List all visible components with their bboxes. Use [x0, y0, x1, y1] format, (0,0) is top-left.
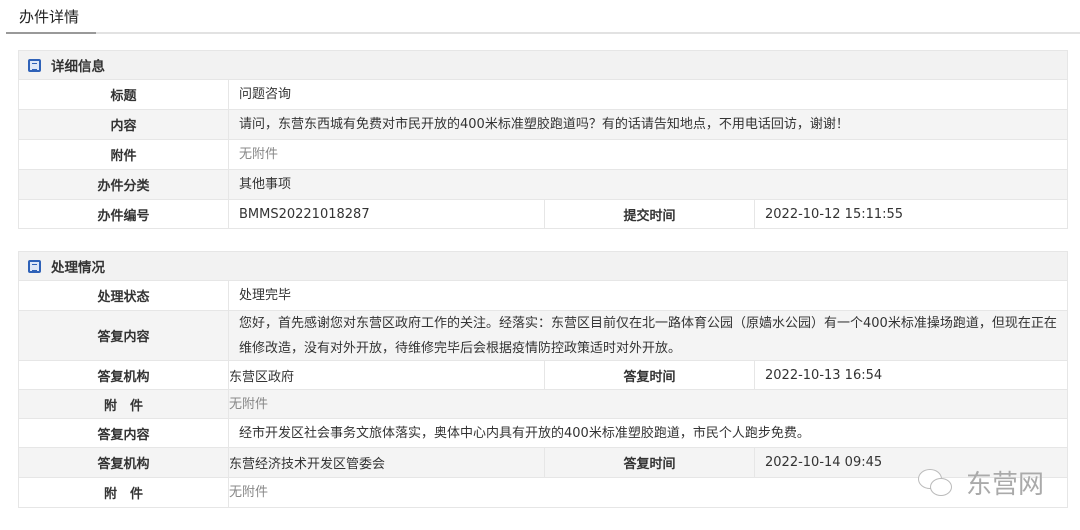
case-number: BMMS20221018287 — [229, 200, 545, 228]
row-label: 答复时间 — [545, 448, 755, 477]
reply-content: 您好，首先感谢您对东营区政府工作的关注。经落实：东营区目前仅在北一路体育公园（原… — [239, 315, 1057, 356]
table-row: 附 件无附件 — [19, 390, 1067, 419]
row-label: 答复机构 — [19, 361, 229, 389]
row-label: 附件 — [19, 140, 229, 169]
row-label: 附 件 — [19, 478, 229, 507]
table-row: 办件编号 BMMS20221018287 提交时间 2022-10-12 15:11:… — [19, 200, 1067, 228]
row-label: 办件分类 — [19, 170, 229, 199]
panel-header: 处理情况 — [19, 252, 1067, 281]
table-row: 办件分类 其他事项 — [19, 170, 1067, 200]
table-row: 内容 请问，东营东西城有免费对市民开放的400米标准塑胶跑道吗？有的话请告知地点，… — [19, 110, 1067, 140]
watermark-text: 东营网 — [966, 470, 1045, 500]
process-panel: 处理情况 处理状态 处理完毕 答复内容 您好，首先感谢您对东营区政府工作的关注。经落… — [18, 251, 1068, 508]
reply-org: 东营区政府 — [229, 361, 545, 389]
detail-panel: 详细信息 标题 问题咨询 内容 请问，东营东西城有免费对市民开放的400米标准塑胶跑… — [18, 50, 1068, 229]
attachment-value: 无附件 — [239, 147, 279, 162]
row-label: 内容 — [19, 110, 229, 139]
table-row: 答复内容 您好，首先感谢您对东营区政府工作的关注。经落实：东营区目前仅在北一路体育… — [19, 311, 1067, 361]
wechat-icon — [918, 468, 954, 497]
row-label: 答复机构 — [19, 448, 229, 477]
row-label: 答复时间 — [545, 361, 755, 389]
reply-content: 经市开发区社会事务文旅体落实，奥体中心内具有开放的400米标准塑胶跑道，市民个人… — [239, 425, 810, 441]
table-row: 答复内容 经市开发区社会事务文旅体落实，奥体中心内具有开放的400米标准塑胶跑道，… — [19, 419, 1067, 448]
watermark: 东营网 — [918, 464, 1044, 501]
row-label: 附 件 — [19, 390, 229, 418]
panel-title: 详细信息 — [51, 59, 105, 75]
row-label: 答复内容 — [19, 419, 229, 447]
table-row: 附件 无附件 — [19, 140, 1067, 170]
row-value: 问题咨询 — [239, 87, 292, 102]
row-label: 标题 — [19, 80, 229, 109]
table-row: 处理状态 处理完毕 — [19, 281, 1067, 311]
table-row: 附 件无附件 — [19, 478, 1067, 507]
reply-org: 东营经济技术开发区管委会 — [229, 448, 545, 477]
document-icon — [28, 58, 41, 72]
table-row: 答复机构 东营区政府 答复时间 2022-10-13 16:54 — [19, 361, 1067, 390]
reply-time: 2022-10-13 16:54 — [765, 367, 883, 383]
attachment-value: 无附件 — [229, 396, 269, 412]
panel-title: 处理情况 — [51, 260, 105, 276]
row-value: 请问，东营东西城有免费对市民开放的400米标准塑胶跑道吗？有的话请告知地点，不用… — [239, 117, 849, 132]
table-row: 标题 问题咨询 — [19, 80, 1067, 110]
row-label: 处理状态 — [19, 281, 229, 310]
tab-bar: 办件详情 — [6, 0, 1080, 34]
panel-header: 详细信息 — [19, 51, 1067, 80]
table-row: 答复机构 东营经济技术开发区管委会 答复时间 2022-10-14 09:45 — [19, 448, 1067, 478]
row-label: 答复内容 — [19, 311, 229, 360]
document-icon — [28, 259, 41, 273]
row-value: 其他事项 — [239, 177, 292, 192]
row-label: 提交时间 — [545, 200, 755, 228]
status-value: 处理完毕 — [239, 288, 292, 303]
row-label: 办件编号 — [19, 200, 229, 228]
tab-case-detail[interactable]: 办件详情 — [6, 0, 96, 34]
submit-time: 2022-10-12 15:11:55 — [765, 206, 904, 222]
